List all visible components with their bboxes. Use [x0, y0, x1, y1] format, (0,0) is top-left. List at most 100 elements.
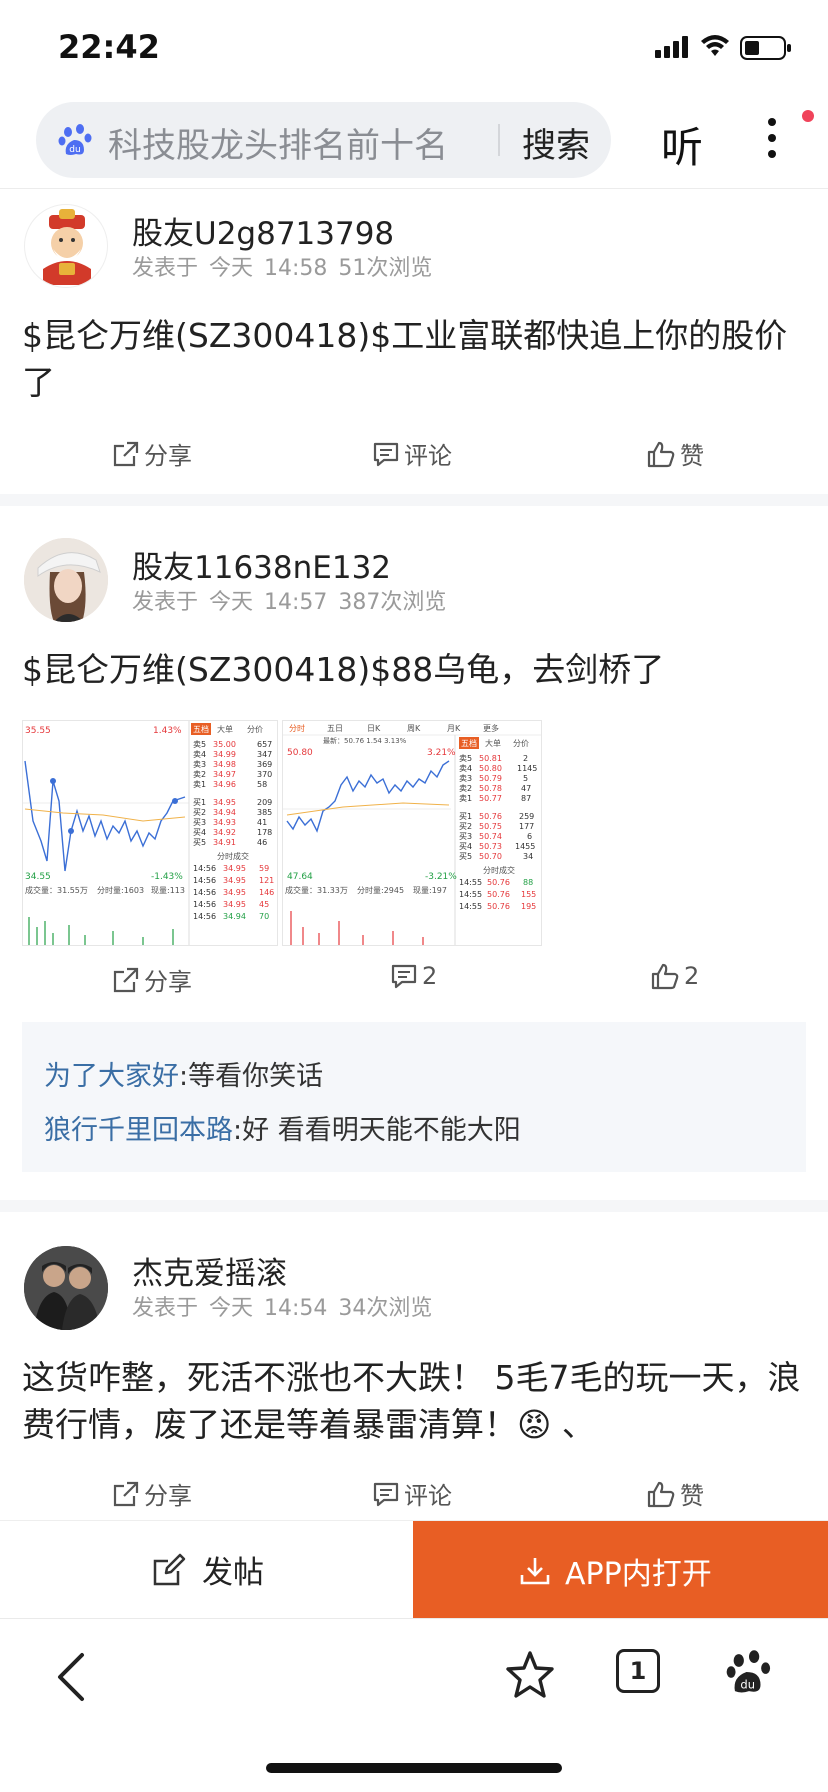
- browser-nav-bar: 1 du: [0, 1618, 828, 1792]
- chart2-s5-p: 50.81: [479, 754, 502, 763]
- thumbs-up-icon: [647, 441, 675, 467]
- stock-chart-2: 分时 五日 日K 周K 月K 更多 最新：50.76 1.54 3.13% 50…: [283, 721, 541, 945]
- share-button[interactable]: 分享: [112, 962, 192, 997]
- chart1-t1-p: 34.95: [223, 864, 246, 873]
- stock-chart-1: 35.55 1.43% 34.55 -1.43% 成交量：31.55万 分时量:…: [23, 721, 277, 945]
- comment-author[interactable]: 狼行千里回本路: [44, 1115, 233, 1146]
- new-post-label: 发帖: [202, 1555, 264, 1591]
- chart2-b5-p: 50.70: [479, 852, 502, 861]
- chart2-s2-l: 卖2: [459, 784, 472, 793]
- chart2-ticks-title: 分时成交: [483, 865, 515, 875]
- like-button[interactable]: 赞: [646, 436, 704, 471]
- open-in-app-button[interactable]: APP内打开: [413, 1521, 828, 1619]
- notification-dot: [802, 110, 814, 122]
- signal-icon: [655, 36, 688, 58]
- post-body[interactable]: $昆仑万维(SZ300418)$88乌龟，去剑桥了: [22, 646, 806, 693]
- chart2-vol: 成交量：31.33万: [285, 885, 348, 895]
- chart1-b5-l: 买5: [193, 838, 206, 847]
- post-body[interactable]: $昆仑万维(SZ300418)$工业富联都快追上你的股价了: [22, 312, 806, 406]
- search-bar[interactable]: du 科技股龙头排名前十名 搜索: [36, 102, 611, 178]
- username[interactable]: 股友U2g8713798: [132, 208, 394, 253]
- chart1-s1-v: 58: [257, 780, 267, 789]
- tabs-count-button[interactable]: 1: [616, 1649, 660, 1693]
- avatar[interactable]: [24, 204, 108, 288]
- search-divider: [498, 124, 500, 156]
- post-card: 杰克爱摇滚 发表于 今天 14:54 34次浏览 这货咋整，死活不涨也不大跌！ …: [0, 1212, 828, 1520]
- chart1-s3-p: 34.98: [213, 760, 236, 769]
- chart2-price-bot: 47.64: [287, 872, 313, 882]
- chart1-t2-p: 34.95: [223, 876, 246, 885]
- username[interactable]: 杰克爱摇滚: [132, 1248, 287, 1293]
- baidu-paw-icon[interactable]: du: [726, 1649, 772, 1695]
- chart2-price-top: 50.80: [287, 748, 313, 758]
- new-post-button[interactable]: 发帖: [0, 1521, 413, 1619]
- section-gap: [0, 494, 828, 506]
- comment-button[interactable]: 评论: [372, 1476, 452, 1511]
- share-button[interactable]: 分享: [112, 436, 192, 471]
- chart2-s1-v: 87: [521, 794, 531, 803]
- chart1-s4-l: 卖4: [193, 750, 206, 759]
- chart2-hdr-0: 大单: [485, 738, 501, 748]
- chart2-hdr-1: 分价: [513, 739, 529, 748]
- chart2-pct-top: 3.21%: [427, 748, 456, 758]
- chart1-b3-v: 41: [257, 818, 267, 827]
- username[interactable]: 股友11638nE132: [132, 542, 391, 587]
- chart2-t3-time: 14:55: [459, 902, 482, 911]
- chart2-b3-l: 买3: [459, 832, 472, 841]
- chart-image[interactable]: 35.55 1.43% 34.55 -1.43% 成交量：31.55万 分时量:…: [22, 720, 278, 946]
- header-divider: [0, 188, 828, 189]
- avatar[interactable]: [24, 1246, 108, 1330]
- comment-author[interactable]: 为了大家好: [44, 1061, 179, 1092]
- search-query[interactable]: 科技股龙头排名前十名: [108, 118, 448, 167]
- bottom-action-bar: 发帖 APP内打开: [0, 1520, 828, 1619]
- status-bar: 22:42: [0, 0, 828, 96]
- comment-preview[interactable]: 为了大家好:等看你笑话 狼行千里回本路:好 看看明天能不能大阳: [22, 1022, 806, 1172]
- chart1-t4-time: 14:56: [193, 900, 216, 909]
- chart2-b1-p: 50.76: [479, 812, 502, 821]
- chart1-tab: 五档: [193, 724, 209, 734]
- section-gap: [0, 1200, 828, 1212]
- baidu-paw-icon: du: [58, 124, 92, 155]
- more-menu-icon[interactable]: [762, 116, 782, 160]
- chart1-t3-time: 14:56: [193, 888, 216, 897]
- back-arrow-icon[interactable]: [52, 1649, 92, 1705]
- bookmark-star-icon[interactable]: [504, 1649, 556, 1701]
- chart1-price-top: 35.55: [25, 726, 51, 736]
- share-button[interactable]: 分享: [112, 1476, 192, 1511]
- share-icon: [113, 1481, 139, 1506]
- comment-button[interactable]: 2: [390, 962, 437, 990]
- chart1-t3-v: 146: [259, 888, 274, 897]
- chart2-b1-l: 买1: [459, 812, 472, 821]
- post-card: 股友U2g8713798 发表于 今天 14:58 51次浏览 $昆仑万维(SZ…: [0, 190, 828, 490]
- chart2-tab-1: 五日: [327, 724, 343, 733]
- like-button[interactable]: 赞: [646, 1476, 704, 1511]
- post-body[interactable]: 这货咋整，死活不涨也不大跌！ 5毛7毛的玩一天，浪费行情，废了还是等着暴雷清算！…: [22, 1354, 806, 1448]
- chart2-s3-v: 5: [523, 774, 528, 783]
- edit-icon: [153, 1553, 186, 1585]
- listen-button[interactable]: 听: [661, 114, 703, 175]
- chart2-b1-v: 259: [519, 812, 534, 821]
- comment-item[interactable]: 为了大家好:等看你笑话: [44, 1054, 323, 1093]
- chart-image[interactable]: 分时 五日 日K 周K 月K 更多 最新：50.76 1.54 3.13% 50…: [282, 720, 542, 946]
- chart2-tab-2: 日K: [367, 724, 381, 733]
- chart2-s2-v: 47: [521, 784, 531, 793]
- battery-icon: [740, 36, 791, 60]
- search-button[interactable]: 搜索: [522, 118, 590, 167]
- chart2-b3-p: 50.74: [479, 832, 502, 841]
- post-meta: 发表于 今天 14:58 51次浏览: [132, 256, 433, 281]
- chart1-s1-l: 卖1: [193, 780, 206, 789]
- chart2-s5-v: 2: [523, 754, 528, 763]
- comment-item[interactable]: 狼行千里回本路:好 看看明天能不能大阳: [44, 1108, 521, 1147]
- status-time: 22:42: [58, 28, 160, 66]
- chart2-b4-l: 买4: [459, 842, 472, 851]
- like-button[interactable]: 2: [650, 962, 699, 990]
- chart1-b2-p: 34.94: [213, 808, 236, 817]
- chart1-pct-bot: -1.43%: [151, 872, 183, 882]
- avatar[interactable]: [24, 538, 108, 622]
- chart1-t5-v: 70: [259, 912, 269, 921]
- chart2-s3-p: 50.79: [479, 774, 502, 783]
- like-count: 2: [684, 962, 700, 990]
- comment-button[interactable]: 评论: [372, 436, 452, 471]
- chart2-b2-p: 50.75: [479, 822, 502, 831]
- chart2-s4-v: 1145: [517, 764, 537, 773]
